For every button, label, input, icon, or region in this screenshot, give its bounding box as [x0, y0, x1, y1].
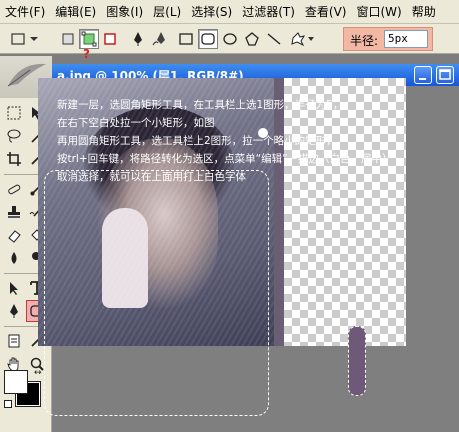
custom-shape-tool-button[interactable]: [288, 29, 318, 49]
paths-button[interactable]: [79, 29, 99, 49]
rounded-rectangle-tool-button[interactable]: [198, 29, 218, 49]
radius-control: 半径: 5px: [343, 27, 433, 51]
clone-stamp-tool[interactable]: [3, 201, 25, 223]
paths-icon: [81, 31, 97, 47]
instruction-text: 新建一层，选圆角矩形工具，在工具栏上选1图形，半径为5， 在右下空白处拉一个小矩…: [57, 96, 457, 186]
shape-options-icon: [11, 33, 38, 45]
menu-image[interactable]: 图象(I): [101, 1, 148, 23]
ellipse-icon: [223, 33, 237, 45]
rectangle-icon: [179, 33, 193, 45]
notes-icon: [8, 334, 20, 348]
menu-edit[interactable]: 编辑(E): [50, 1, 101, 23]
blur-icon: [11, 252, 17, 264]
small-rounded-rect[interactable]: [348, 326, 366, 396]
pen-tool[interactable]: [3, 300, 25, 322]
menu-help[interactable]: 帮助: [407, 1, 441, 23]
custom-shape-icon: [291, 32, 314, 47]
instruction-line: 在右下空白处拉一个小矩形，如图: [57, 117, 215, 129]
crop-tool[interactable]: [3, 148, 25, 170]
instruction-line: 再用圆角矩形工具，选工具栏上2图形，拉一个略小的矩形，: [57, 135, 337, 147]
path-selection-icon: [10, 282, 18, 295]
radius-label: 半径:: [350, 34, 379, 48]
instruction-line: 取消选择，就可以在上面用打上白色字体: [57, 171, 246, 183]
eraser-tool[interactable]: [3, 224, 25, 246]
menu-bar: 文件(F) 编辑(E) 图象(I) 层(L) 选择(S) 过滤器(T) 查看(V…: [0, 0, 459, 24]
line-tool-button[interactable]: [264, 29, 284, 49]
notes-tool[interactable]: [3, 330, 25, 352]
healing-brush-tool[interactable]: [3, 178, 25, 200]
shape-options-button[interactable]: [8, 29, 42, 49]
annotation-mark: ?: [83, 47, 90, 61]
ellipse-tool-button[interactable]: [220, 29, 240, 49]
radius-input[interactable]: 5px: [384, 30, 428, 48]
rectangle-tool-button[interactable]: [176, 29, 196, 49]
menu-window[interactable]: 窗口(W): [351, 1, 406, 23]
pen-icon: [10, 304, 18, 318]
maximize-icon: [439, 69, 451, 80]
foreground-color-swatch[interactable]: [4, 370, 28, 394]
crop-icon: [7, 152, 21, 166]
minimize-icon: [419, 78, 426, 80]
pen-tool-button[interactable]: [128, 29, 148, 49]
marquee-icon: [7, 106, 21, 120]
path-selection-tool[interactable]: [3, 277, 25, 299]
blur-tool[interactable]: [3, 247, 25, 269]
lasso-tool[interactable]: [3, 125, 25, 147]
menu-filter[interactable]: 过滤器(T): [237, 1, 300, 23]
fill-pixels-button[interactable]: [100, 29, 120, 49]
white-stroke-border: [44, 170, 269, 416]
eraser-icon: [8, 230, 21, 243]
pen-icon: [134, 32, 142, 46]
freeform-pen-button[interactable]: [150, 29, 170, 49]
polygon-icon: [245, 32, 259, 46]
instruction-line: 按trl+回车键，将路径转化为选区，点菜单“编辑”－描边（白色，居中）: [57, 153, 393, 165]
menu-select[interactable]: 选择(S): [186, 1, 237, 23]
fill-pixels-icon: [104, 33, 116, 45]
maximize-button[interactable]: [436, 66, 454, 84]
menu-file[interactable]: 文件(F): [0, 1, 50, 23]
clone-stamp-icon: [8, 206, 20, 218]
swap-colors-icon[interactable]: ↔: [34, 368, 42, 378]
options-bar: ? 半径: 5px: [0, 24, 459, 60]
menu-view[interactable]: 查看(V): [300, 1, 352, 23]
new-shape-layer-button[interactable]: [58, 29, 78, 49]
polygon-tool-button[interactable]: [242, 29, 262, 49]
new-shape-layer-icon: [62, 33, 74, 45]
menu-layer[interactable]: 层(L): [148, 1, 186, 23]
line-icon: [267, 33, 281, 45]
minimize-button[interactable]: [414, 66, 432, 84]
lasso-icon: [7, 129, 21, 143]
default-colors-icon[interactable]: [4, 400, 12, 408]
instruction-line: 新建一层，选圆角矩形工具，在工具栏上选1图形，半径为5，: [57, 99, 344, 111]
healing-brush-icon: [8, 184, 21, 195]
marquee-tool[interactable]: [3, 102, 25, 124]
rounded-rectangle-icon: [201, 33, 215, 45]
freeform-pen-icon: [152, 32, 165, 46]
